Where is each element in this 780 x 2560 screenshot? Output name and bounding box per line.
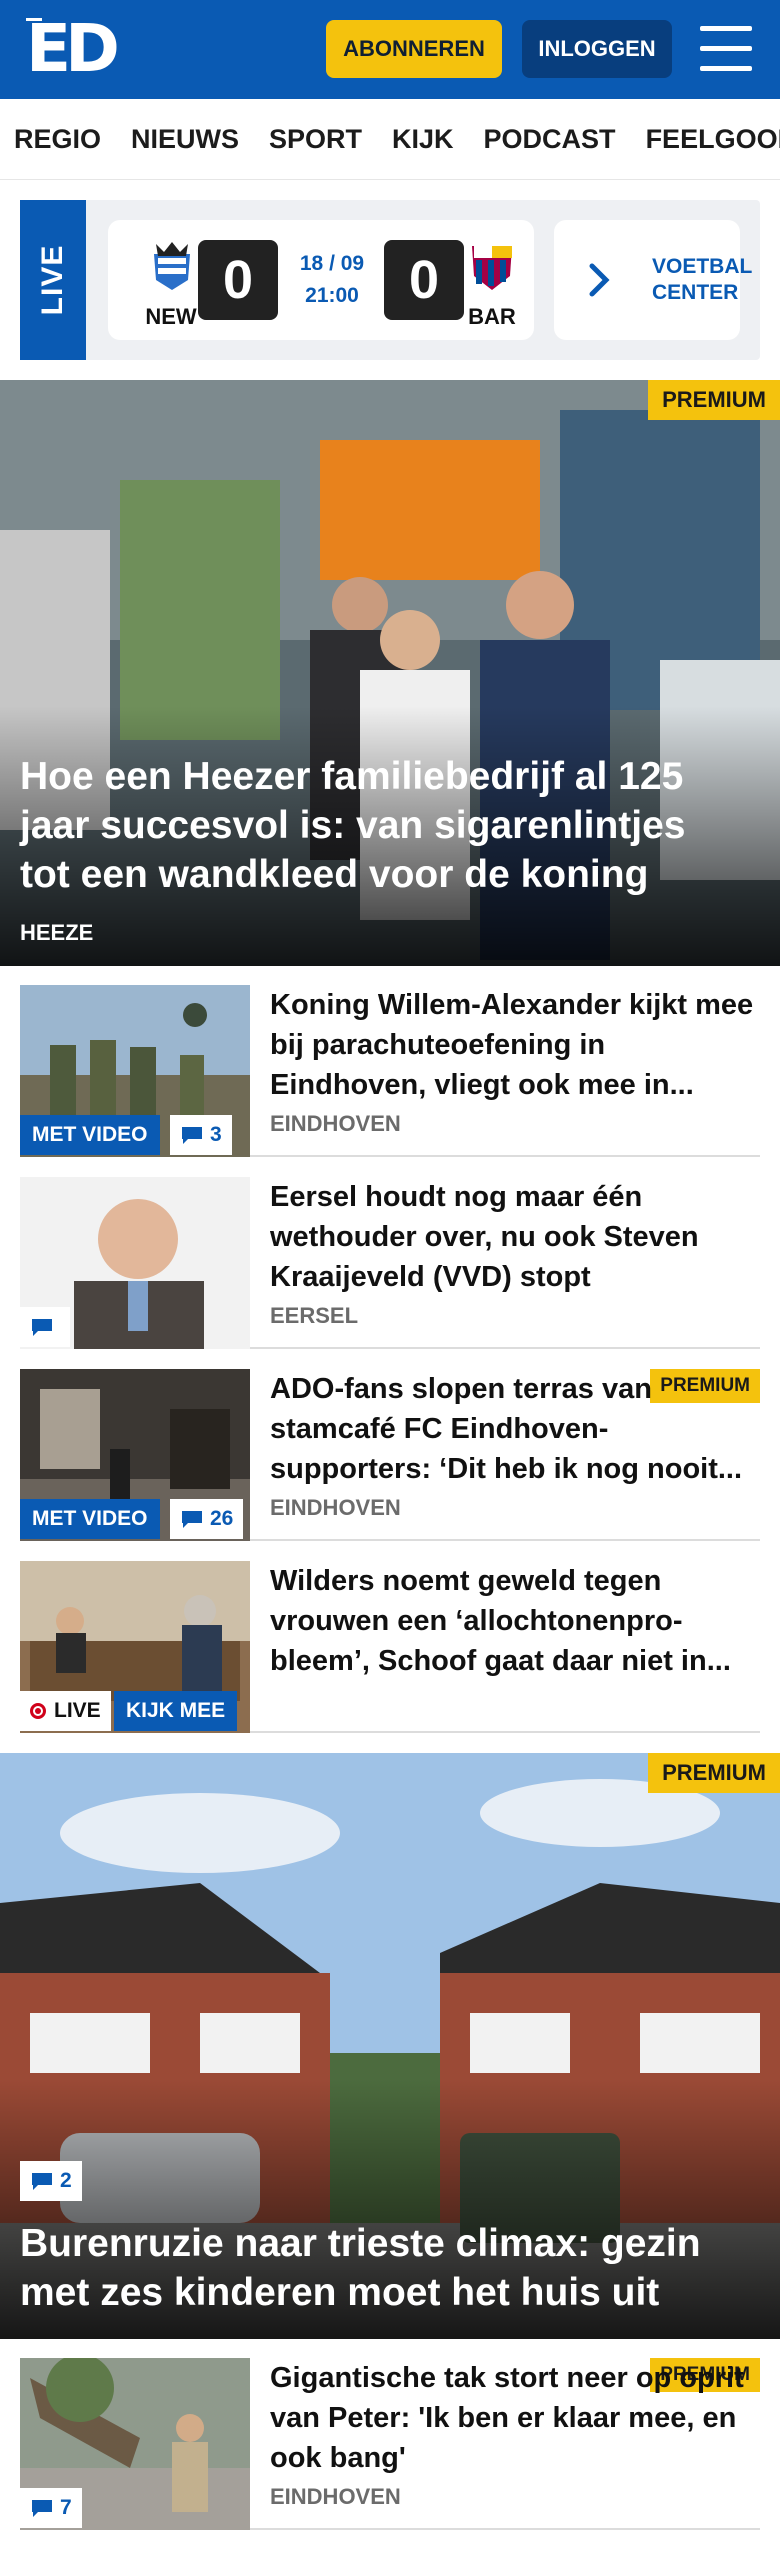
hero-article-burenruzie[interactable]: PREMIUM 2 Burenruzie naar trieste climax… — [0, 1753, 780, 2339]
login-button[interactable]: INLOGGEN — [522, 20, 672, 78]
premium-badge: PREMIUM — [648, 1753, 780, 1793]
nav-item-nieuws[interactable]: NIEUWS — [131, 124, 239, 155]
nav-item-sport[interactable]: SPORT — [269, 124, 362, 155]
comments-badge: 3 — [170, 1115, 232, 1155]
chevron-right-icon — [589, 263, 610, 297]
hero-title: Hoe een Heezer familiebedrijf al 125 jaa… — [20, 755, 686, 896]
live-dot-icon — [30, 1703, 46, 1719]
live-label: LIVE — [36, 244, 69, 316]
match-time: 21:00 — [305, 284, 359, 307]
nav-item-podcast[interactable]: PODCAST — [484, 124, 616, 155]
home-score: 0 — [198, 240, 278, 320]
logo-accent — [26, 18, 42, 21]
home-team: NEW — [145, 304, 197, 329]
ed-logo[interactable]: ED — [26, 16, 120, 82]
article-title: Koning Willem-Alexander kijkt mee bij pa… — [270, 989, 754, 1101]
voetbal-center-link[interactable]: VOETBAL CENTER — [554, 220, 753, 340]
away-score: 0 — [384, 240, 464, 320]
list-item[interactable]: LIVE KIJK MEE Wilders noemt geweld tegen… — [20, 1561, 760, 1733]
nav-item-feelgood[interactable]: FEELGOOD — [646, 124, 780, 155]
match-date: 18 / 09 — [299, 252, 365, 275]
live-badge: LIVE — [20, 1691, 111, 1731]
nav-item-kijk[interactable]: KIJK — [392, 124, 454, 155]
subscribe-button[interactable]: ABONNEREN — [326, 20, 502, 78]
hero-title: Burenruzie naar trieste climax: gezin me… — [20, 2222, 701, 2314]
watch-live-badge[interactable]: KIJK MEE — [114, 1691, 238, 1731]
match-datetime: 18 / 09 21:00 — [288, 248, 376, 312]
article-title: Wilders noemt geweld tegen vrouwen een ‘… — [270, 1565, 731, 1677]
list-item[interactable]: PREMIUM MET VIDEO 26 ADO-fans slopen ter… — [20, 1369, 760, 1541]
video-badge: MET VIDEO — [20, 1499, 160, 1539]
live-scores-strip: LIVE NEW 0 18 / 09 21:00 0 BAR VOETBAL C… — [20, 200, 760, 360]
comments-badge — [20, 1307, 70, 1347]
live-tab: LIVE — [20, 200, 86, 360]
comments-badge: 26 — [170, 1499, 244, 1539]
comments-badge: 7 — [20, 2488, 82, 2528]
comment-bubble-icon — [32, 2500, 52, 2517]
list-item[interactable]: Eersel houdt nog maar één wethouder over… — [20, 1177, 760, 1349]
match-card[interactable]: NEW 0 18 / 09 21:00 0 BAR — [108, 220, 534, 340]
barcelona-crest-icon — [472, 246, 512, 290]
article-location: EERSEL — [270, 1303, 359, 1328]
voetbal-center-label: VOETBAL CENTER — [652, 255, 753, 304]
list-item[interactable]: MET VIDEO 3 Koning Willem-Alexander kijk… — [20, 985, 760, 1157]
video-badge: MET VIDEO — [20, 1115, 160, 1155]
article-location: EINDHOVEN — [270, 1111, 401, 1136]
list-item[interactable]: PREMIUM 7 Gigantische tak stort neer op … — [20, 2358, 760, 2530]
article-title: Gigantische tak stort neer op oprit van … — [270, 2362, 744, 2474]
article-title: ADO-fans slopen terras van stamcafé FC E… — [270, 1373, 743, 1485]
comment-bubble-icon — [182, 1127, 202, 1144]
article-title: Eersel houdt nog maar één wethouder over… — [270, 1181, 699, 1293]
hero-article-heeze[interactable]: PREMIUM Hoe een Heezer familiebedrijf al… — [0, 380, 780, 966]
nav-item-regio[interactable]: REGIO — [14, 124, 101, 155]
premium-badge: PREMIUM — [648, 380, 780, 420]
site-header: ED ABONNEREN INLOGGEN — [0, 0, 780, 99]
article-location: EINDHOVEN — [270, 1495, 401, 1520]
article-location: EINDHOVEN — [270, 2484, 401, 2509]
comment-bubble-icon — [32, 1319, 52, 1336]
section-nav: REGIO NIEUWS SPORT KIJK PODCAST FEELGOOD… — [0, 100, 780, 180]
comments-badge: 2 — [20, 2161, 82, 2201]
comment-bubble-icon — [32, 2173, 52, 2190]
newcastle-crest-icon — [154, 242, 190, 290]
hamburger-menu-icon[interactable] — [700, 26, 752, 72]
comment-bubble-icon — [182, 1511, 202, 1528]
away-team: BAR — [468, 304, 516, 329]
hero-location: HEEZE — [20, 920, 94, 945]
